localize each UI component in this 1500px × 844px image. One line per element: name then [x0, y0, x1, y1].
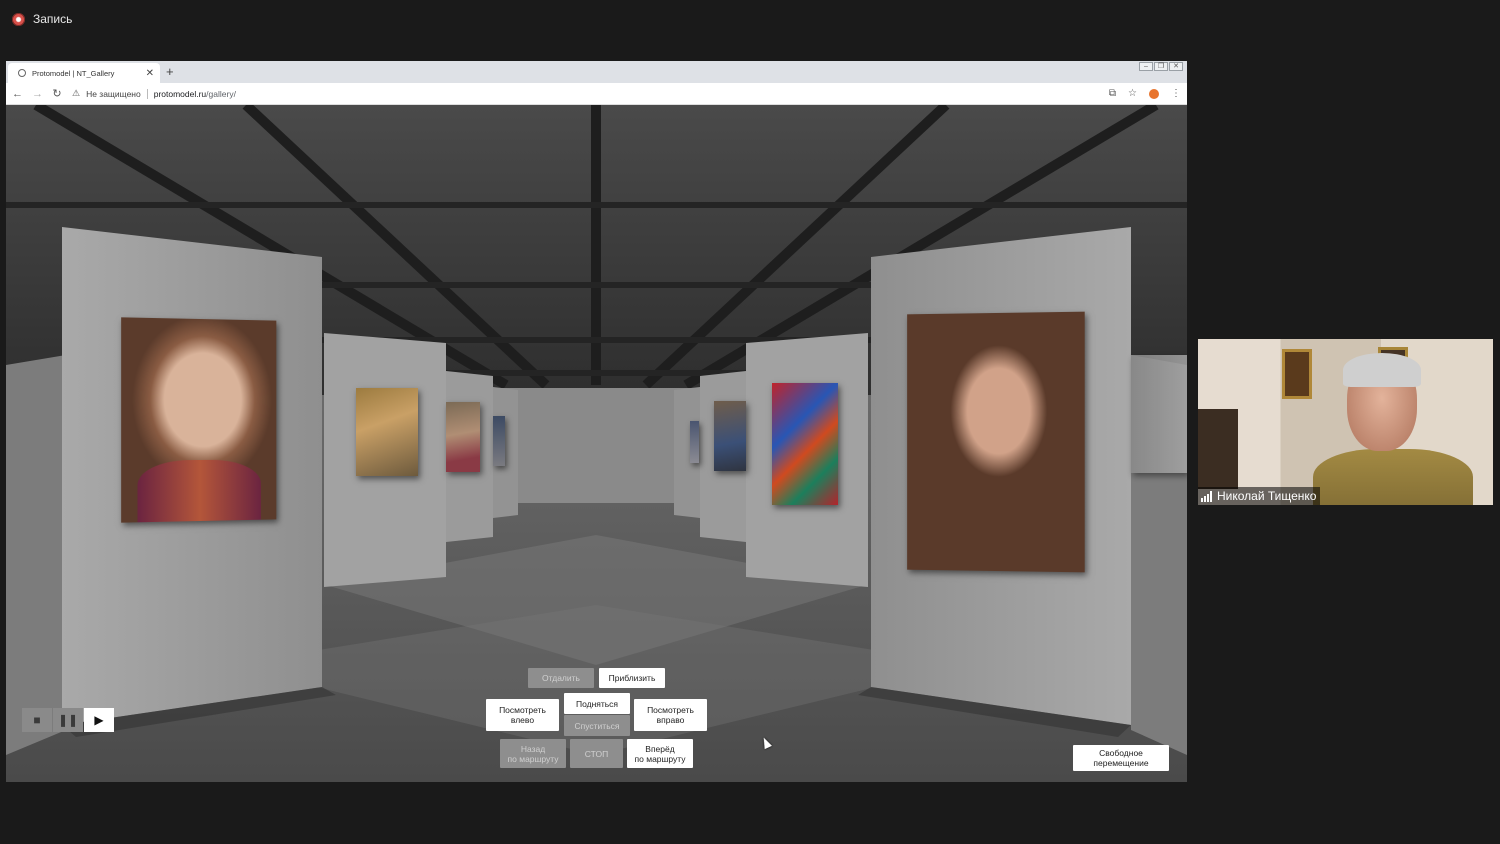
participant-name: Николай Тищенко [1217, 489, 1316, 503]
stop-square-icon[interactable]: ■ [22, 708, 52, 732]
address-bar[interactable]: ⚠ Не защищено protomodel.ru/gallery/ [72, 88, 1099, 99]
rise-button[interactable]: Подняться [564, 693, 630, 714]
new-tab-button[interactable]: + [166, 63, 174, 81]
recording-label: Запись [33, 12, 72, 26]
screen: Запись Protomodel | NT_Gallery ✕ + – ❐ ✕… [0, 0, 1500, 844]
globe-icon [18, 69, 26, 77]
back-arrow-icon[interactable]: ← [12, 88, 22, 100]
participant-hair [1343, 353, 1421, 387]
portrait-woman-desk[interactable] [356, 388, 418, 476]
recording-indicator: Запись [12, 12, 72, 26]
back-route-button[interactable]: Назад по маршруту [500, 739, 566, 768]
minimize-icon[interactable]: – [1139, 62, 1153, 71]
media-controls: ■ ❚❚ ▶ [22, 708, 114, 732]
tab-title: Protomodel | NT_Gallery [32, 69, 140, 78]
translate-icon[interactable]: ⧉ [1109, 88, 1116, 99]
video-easel [1198, 409, 1238, 489]
browser-window: Protomodel | NT_Gallery ✕ + – ❐ ✕ ← → ↻ … [6, 61, 1187, 782]
portrait-far-right[interactable] [690, 421, 699, 463]
menu-kebab-icon[interactable]: ⋮ [1171, 88, 1181, 99]
address-divider [147, 89, 148, 99]
tab-close-icon[interactable]: ✕ [146, 68, 154, 79]
participant-name-bar: Николай Тищенко [1198, 487, 1320, 505]
play-icon[interactable]: ▶ [84, 708, 114, 732]
pause-icon[interactable]: ❚❚ [53, 708, 83, 732]
painting-colorful-figure[interactable] [772, 383, 838, 505]
bookmark-star-icon[interactable]: ☆ [1128, 88, 1137, 99]
participant-video[interactable]: Николай Тищенко [1198, 339, 1493, 505]
window-controls: – ❐ ✕ [1139, 62, 1183, 71]
extension-icon[interactable] [1149, 89, 1159, 99]
participant-body [1313, 449, 1473, 505]
look-left-button[interactable]: Посмотреть влево [486, 699, 559, 731]
participant-person [1313, 353, 1478, 505]
record-icon [12, 13, 25, 26]
portrait-woman-dark[interactable] [907, 312, 1085, 573]
toolbar-actions: ⧉ ☆ ⋮ [1109, 88, 1181, 99]
portrait-woman-beads[interactable] [121, 317, 276, 522]
portrait-man-glasses[interactable] [446, 402, 480, 472]
close-window-icon[interactable]: ✕ [1169, 62, 1183, 71]
free-move-button[interactable]: Свободное перемещение [1073, 745, 1169, 771]
tab-strip: Protomodel | NT_Gallery ✕ + – ❐ ✕ [6, 61, 1187, 83]
url-host: protomodel.ru [154, 89, 206, 99]
url-text: protomodel.ru/gallery/ [154, 89, 236, 99]
url-path: /gallery/ [206, 89, 236, 99]
stop-button[interactable]: СТОП [570, 739, 623, 768]
gallery-3d-view[interactable]: Отдалить Приблизить Посмотреть влево Под… [6, 105, 1187, 782]
signal-strength-icon [1201, 491, 1212, 502]
zoom-out-button[interactable]: Отдалить [528, 668, 594, 688]
security-status: Не защищено [86, 89, 141, 99]
zoom-in-button[interactable]: Приблизить [599, 668, 665, 688]
forward-route-button[interactable]: Вперёд по маршруту [627, 739, 693, 768]
portrait-far-left[interactable] [493, 416, 505, 466]
painting-edge-right[interactable] [1131, 355, 1187, 473]
descend-button[interactable]: Спуститься [564, 715, 630, 736]
video-wall-painting [1282, 349, 1312, 399]
look-right-button[interactable]: Посмотреть вправо [634, 699, 707, 731]
warning-icon: ⚠ [72, 88, 80, 99]
browser-toolbar: ← → ↻ ⚠ Не защищено protomodel.ru/galler… [6, 83, 1187, 105]
restore-icon[interactable]: ❐ [1154, 62, 1168, 71]
forward-arrow-icon[interactable]: → [32, 88, 42, 100]
browser-tab[interactable]: Protomodel | NT_Gallery ✕ [8, 63, 160, 83]
reload-icon[interactable]: ↻ [52, 87, 62, 100]
portrait-man-blue[interactable] [714, 401, 746, 471]
